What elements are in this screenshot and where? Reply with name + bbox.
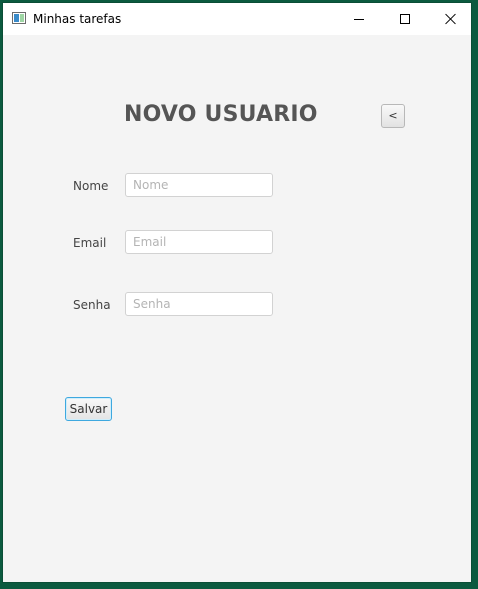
save-button[interactable]: Salvar <box>65 397 112 421</box>
window-titlebar[interactable]: Minhas tarefas <box>3 3 471 35</box>
password-label: Senha <box>73 298 111 312</box>
email-label: Email <box>73 236 107 250</box>
minimize-button[interactable] <box>336 3 382 35</box>
email-field[interactable] <box>125 230 273 254</box>
app-window-icon <box>12 12 26 24</box>
close-button[interactable] <box>428 3 471 35</box>
window-title: Minhas tarefas <box>33 12 122 26</box>
page-title: NOVO USUARIO <box>124 102 318 127</box>
app-window: Minhas tarefas NOVO USUARIO < Nome Email… <box>2 2 472 583</box>
new-user-form-panel: NOVO USUARIO < Nome Email Senha Salvar <box>3 35 471 582</box>
back-button[interactable]: < <box>381 104 405 128</box>
password-field[interactable] <box>125 292 273 316</box>
maximize-icon <box>400 14 410 24</box>
close-icon <box>445 13 457 25</box>
minimize-icon <box>354 19 364 20</box>
name-label: Nome <box>73 179 109 193</box>
name-field[interactable] <box>125 173 273 197</box>
maximize-button[interactable] <box>382 3 428 35</box>
